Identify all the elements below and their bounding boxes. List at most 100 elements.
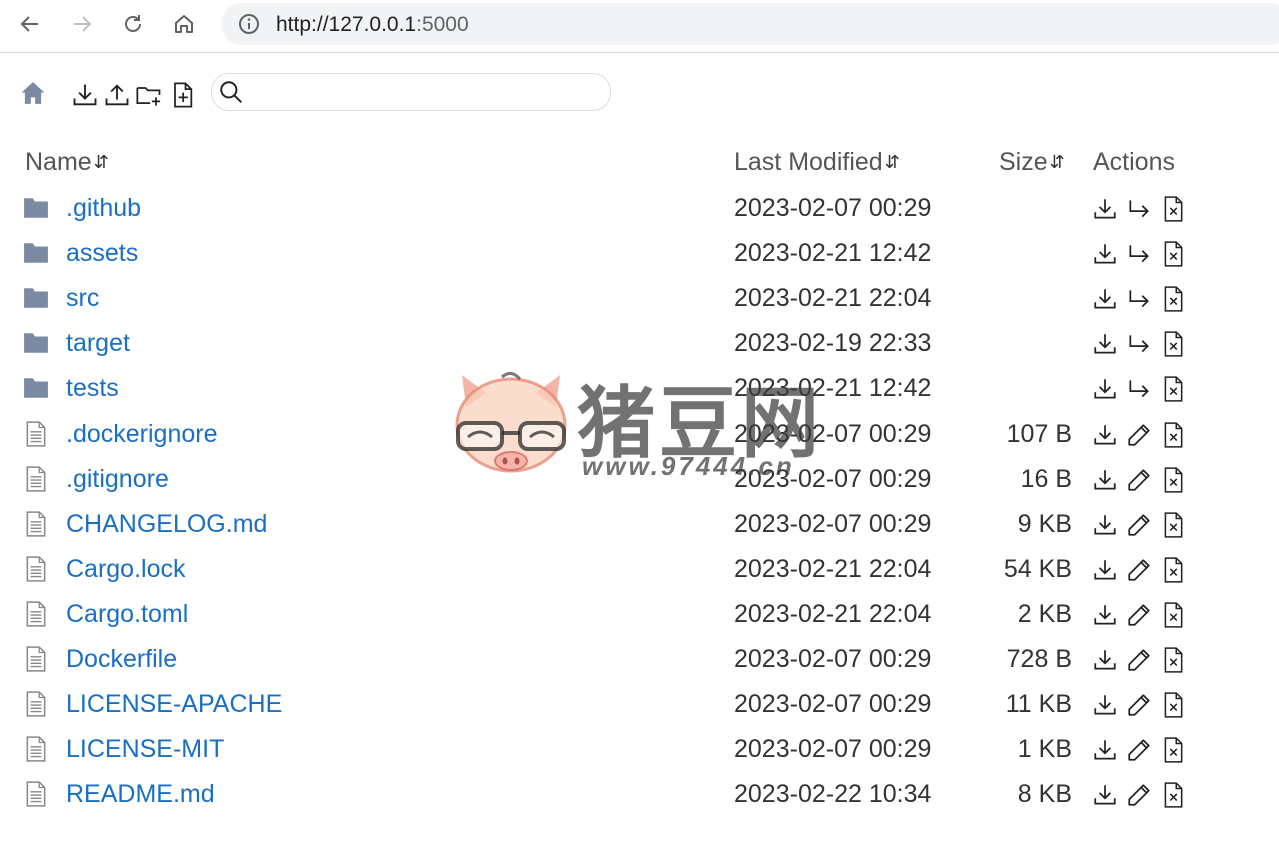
house-icon xyxy=(21,82,45,104)
actions-header-label: Actions xyxy=(1093,148,1175,176)
file-name-link[interactable]: Cargo.lock xyxy=(66,555,186,584)
modified-column-header[interactable]: Last Modified ⇵ xyxy=(734,148,900,177)
upload-button[interactable] xyxy=(102,80,132,110)
download-button[interactable] xyxy=(1091,736,1119,764)
home-button[interactable] xyxy=(166,6,202,42)
download-button[interactable] xyxy=(1091,285,1119,313)
download-button[interactable] xyxy=(1091,781,1119,809)
folder-icon xyxy=(24,243,48,263)
delete-button[interactable] xyxy=(1159,466,1187,494)
size-column-header[interactable]: Size ⇵ xyxy=(999,148,1065,177)
edit-button[interactable] xyxy=(1125,781,1153,809)
edit-button[interactable] xyxy=(1125,421,1153,449)
download-button[interactable] xyxy=(1091,240,1119,268)
edit-button[interactable] xyxy=(1125,511,1153,539)
name-column-header[interactable]: Name ⇵ xyxy=(25,148,109,177)
edit-button[interactable] xyxy=(1125,691,1153,719)
table-row: CHANGELOG.md 2023-02-07 00:29 9 KB xyxy=(0,502,1279,547)
delete-button[interactable] xyxy=(1159,736,1187,764)
edit-button[interactable] xyxy=(1125,601,1153,629)
search-input[interactable] xyxy=(250,78,604,106)
delete-button[interactable] xyxy=(1159,511,1187,539)
delete-button[interactable] xyxy=(1159,195,1187,223)
file-name-link[interactable]: Cargo.toml xyxy=(66,600,188,629)
move-button[interactable] xyxy=(1125,195,1153,223)
arrow-right-icon xyxy=(74,16,92,32)
download-all-button[interactable] xyxy=(70,80,100,110)
address-bar[interactable]: http://127.0.0.1:5000 xyxy=(221,3,1279,45)
back-button[interactable] xyxy=(12,6,48,42)
file-name-link[interactable]: CHANGELOG.md xyxy=(66,510,267,539)
table-row: Cargo.toml 2023-02-21 22:04 2 KB xyxy=(0,592,1279,637)
file-name-link[interactable]: tests xyxy=(66,374,119,403)
forward-button[interactable] xyxy=(64,6,100,42)
file-name-link[interactable]: Dockerfile xyxy=(66,645,177,674)
delete-button[interactable] xyxy=(1159,285,1187,313)
file-x-icon xyxy=(1164,196,1183,222)
delete-button[interactable] xyxy=(1159,375,1187,403)
download-icon xyxy=(1094,785,1116,805)
download-icon xyxy=(1094,560,1116,580)
delete-button[interactable] xyxy=(1159,691,1187,719)
folder-icon xyxy=(24,198,48,218)
file-name-link[interactable]: .gitignore xyxy=(66,465,169,494)
file-name-link[interactable]: target xyxy=(66,329,130,358)
delete-button[interactable] xyxy=(1159,421,1187,449)
file-x-icon xyxy=(1164,241,1183,267)
file-x-icon xyxy=(1164,286,1183,312)
download-button[interactable] xyxy=(1091,556,1119,584)
download-button[interactable] xyxy=(1091,330,1119,358)
download-button[interactable] xyxy=(1091,421,1119,449)
file-text-icon xyxy=(26,601,46,627)
download-button[interactable] xyxy=(1091,466,1119,494)
file-x-icon xyxy=(1164,602,1183,628)
move-button[interactable] xyxy=(1125,375,1153,403)
download-button[interactable] xyxy=(1091,601,1119,629)
table-row: target 2023-02-19 22:33 xyxy=(0,321,1279,366)
download-button[interactable] xyxy=(1091,511,1119,539)
info-icon[interactable] xyxy=(237,12,261,36)
last-modified: 2023-02-21 12:42 xyxy=(734,374,932,402)
edit-button[interactable] xyxy=(1125,556,1153,584)
delete-button[interactable] xyxy=(1159,781,1187,809)
move-button[interactable] xyxy=(1125,285,1153,313)
last-modified: 2023-02-21 22:04 xyxy=(734,555,932,583)
delete-button[interactable] xyxy=(1159,646,1187,674)
table-row: Cargo.lock 2023-02-21 22:04 54 KB xyxy=(0,547,1279,592)
edit-button[interactable] xyxy=(1125,466,1153,494)
file-name-link[interactable]: src xyxy=(66,284,99,313)
file-name-link[interactable]: README.md xyxy=(66,780,215,809)
edit-button[interactable] xyxy=(1125,736,1153,764)
file-name-link[interactable]: LICENSE-MIT xyxy=(66,735,224,764)
delete-button[interactable] xyxy=(1159,601,1187,629)
move-button[interactable] xyxy=(1125,240,1153,268)
edit-button[interactable] xyxy=(1125,646,1153,674)
download-button[interactable] xyxy=(1091,691,1119,719)
new-folder-button[interactable] xyxy=(134,80,164,110)
file-icon xyxy=(23,556,49,582)
file-name-link[interactable]: .github xyxy=(66,194,141,223)
table-row: assets 2023-02-21 12:42 xyxy=(0,231,1279,276)
file-x-icon xyxy=(1164,557,1183,583)
file-size: 2 KB xyxy=(1017,600,1072,628)
toolbar-home-button[interactable] xyxy=(20,80,46,106)
reload-button[interactable] xyxy=(115,6,151,42)
file-size: 1 KB xyxy=(1017,735,1072,763)
file-name-link[interactable]: LICENSE-APACHE xyxy=(66,690,282,719)
file-name-link[interactable]: .dockerignore xyxy=(66,420,217,449)
new-file-button[interactable] xyxy=(167,80,197,110)
download-icon xyxy=(1094,650,1116,670)
delete-button[interactable] xyxy=(1159,330,1187,358)
move-arrow-icon xyxy=(1129,245,1149,263)
download-icon xyxy=(1094,695,1116,715)
delete-button[interactable] xyxy=(1159,556,1187,584)
download-button[interactable] xyxy=(1091,646,1119,674)
delete-button[interactable] xyxy=(1159,240,1187,268)
download-button[interactable] xyxy=(1091,195,1119,223)
pencil-icon xyxy=(1128,514,1150,536)
search-box[interactable] xyxy=(211,73,611,111)
move-button[interactable] xyxy=(1125,330,1153,358)
file-icon xyxy=(23,691,49,717)
download-button[interactable] xyxy=(1091,375,1119,403)
file-name-link[interactable]: assets xyxy=(66,239,138,268)
